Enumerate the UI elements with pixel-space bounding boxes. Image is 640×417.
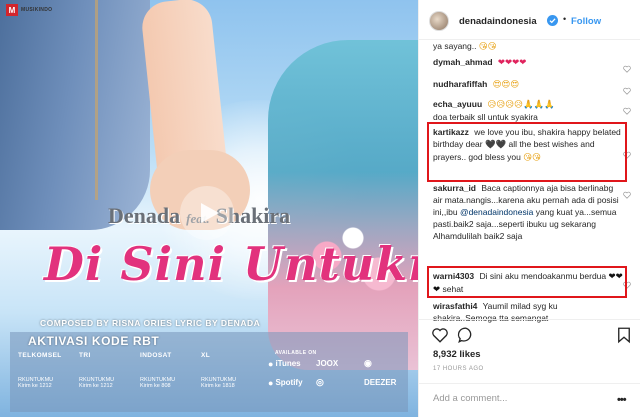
post-media[interactable]: M MUSIKINDO Denada feat. Shakira Di Sini…: [0, 0, 418, 417]
carrier-list: TELKOMSEL RKUNTUKMU Kirim ke 1212 TRI RK…: [18, 352, 253, 389]
more-options-icon[interactable]: •••: [617, 394, 627, 406]
child-dress-graphic: [268, 40, 418, 370]
store-spotify: ● Spotify: [268, 377, 303, 388]
comment-item: nudharafiffah 😍😍😍: [433, 78, 623, 91]
store-itunes: ● iTunes: [268, 358, 301, 369]
comment-button[interactable]: [457, 326, 475, 344]
carrier-name: XL: [201, 352, 211, 359]
comment-mention-link[interactable]: @denadaindonesia: [460, 207, 533, 217]
post-username[interactable]: denadaindonesia: [459, 16, 537, 27]
carrier-send-to: Kirim ke 1212: [18, 383, 52, 389]
comment-username[interactable]: echa_ayuuu: [433, 99, 482, 109]
carrier-send-to: Kirim ke 808: [140, 383, 171, 389]
comment-username[interactable]: wirasfathi4: [433, 301, 477, 311]
carrier-name: TELKOMSEL: [18, 352, 62, 359]
carrier-name: TRI: [79, 352, 91, 359]
label-logo: M MUSIKINDO: [6, 4, 52, 16]
store-deezer: DEEZER: [364, 378, 397, 387]
musikindo-logo-icon: M: [6, 4, 18, 16]
jeans-seam: [95, 0, 98, 200]
play-icon: [201, 203, 219, 223]
apple-icon: ●: [268, 358, 274, 369]
comment-like-heart-icon[interactable]: [623, 82, 631, 95]
verified-badge-icon: [547, 15, 558, 26]
comment-item: echa_ayuuu 😥😥😥😥🙏🙏🙏 doa terbaik sll untuk…: [433, 98, 623, 123]
like-count[interactable]: 8,932 likes: [433, 349, 481, 360]
comment-emoji: 😘😘: [478, 42, 497, 52]
separator-dot: •: [563, 14, 567, 24]
comment-bubble-icon: [457, 327, 472, 344]
comment-item: dymah_ahmad ❤❤❤❤: [433, 56, 623, 69]
store-joox: JOOX: [316, 359, 339, 368]
comment-like-heart-icon[interactable]: [623, 186, 631, 199]
carrier-item: TRI RKUNTUKMU Kirim ke 1212: [79, 352, 131, 389]
save-button[interactable]: [615, 326, 633, 344]
store-other: ◎: [316, 377, 360, 388]
bookmark-icon: [618, 327, 630, 344]
carrier-item: INDOSAT RKUNTUKMU Kirim ke 808: [140, 352, 192, 389]
carrier-send-to: Kirim ke 1212: [79, 383, 113, 389]
comment-username[interactable]: dymah_ahmad: [433, 57, 493, 67]
jeans-graphic: [0, 0, 150, 230]
comment-input[interactable]: [433, 393, 613, 404]
comment-like-heart-icon[interactable]: [623, 60, 631, 73]
avatar[interactable]: [429, 11, 449, 31]
like-button[interactable]: [431, 326, 449, 344]
song-credits: COMPOSED BY RISNA ORIES LYRIC BY DENADA: [40, 318, 261, 328]
comment-item: ya sayang.. 😘😘: [433, 40, 623, 53]
carrier-item: TELKOMSEL RKUNTUKMU Kirim ke 1212: [18, 352, 70, 389]
comment-username[interactable]: sakurra_id: [433, 183, 476, 193]
music-app-icon: ◎: [316, 377, 324, 387]
carrier-name: INDOSAT: [140, 352, 172, 359]
add-comment-bar: •••: [419, 383, 640, 417]
artist-primary: Denada: [108, 203, 181, 228]
post-side-panel: denadaindonesia • Follow ya sayang.. 😘😘 …: [418, 0, 640, 417]
song-title: Di Sini Untukmu: [44, 237, 418, 291]
comment-username[interactable]: nudharafiffah: [433, 79, 487, 89]
carrier-item: XL RKUNTUKMU Kirim ke 1818: [201, 352, 253, 389]
available-on-label: AVAILABLE ON: [275, 350, 317, 356]
comment-emoji: 😥😥😥😥🙏🙏🙏: [487, 100, 555, 110]
store-list: ● iTunes JOOX ◉ ● Spotify ◎ DEEZER: [268, 358, 414, 388]
comment-text: doa terbaik sll untuk syakira: [433, 112, 538, 122]
follow-button[interactable]: Follow: [571, 16, 601, 27]
highlight-box: [427, 122, 627, 182]
post-timestamp[interactable]: 17 HOURS AGO: [433, 366, 484, 372]
logo-text: MUSIKINDO: [21, 7, 53, 13]
comment-emoji: 😍😍😍: [492, 80, 520, 90]
store-langit: ◉: [364, 358, 414, 369]
post-header: denadaindonesia • Follow: [419, 0, 640, 40]
video-play-button[interactable]: [180, 186, 234, 240]
highlight-box: [427, 266, 627, 298]
comment-emoji: ❤❤❤❤: [497, 58, 527, 68]
spotify-icon: ●: [268, 377, 274, 388]
carrier-send-to: Kirim ke 1818: [201, 383, 235, 389]
comment-like-heart-icon[interactable]: [623, 102, 631, 115]
langit-music-icon: ◉: [364, 358, 372, 368]
rbt-title: AKTIVASI KODE RBT: [28, 334, 160, 348]
heart-icon: [432, 328, 448, 343]
comment-text: ya sayang..: [433, 41, 477, 51]
post-actions-bar: [419, 319, 640, 349]
comment-item: sakurra_id Baca captionnya aja bisa berl…: [433, 182, 623, 242]
